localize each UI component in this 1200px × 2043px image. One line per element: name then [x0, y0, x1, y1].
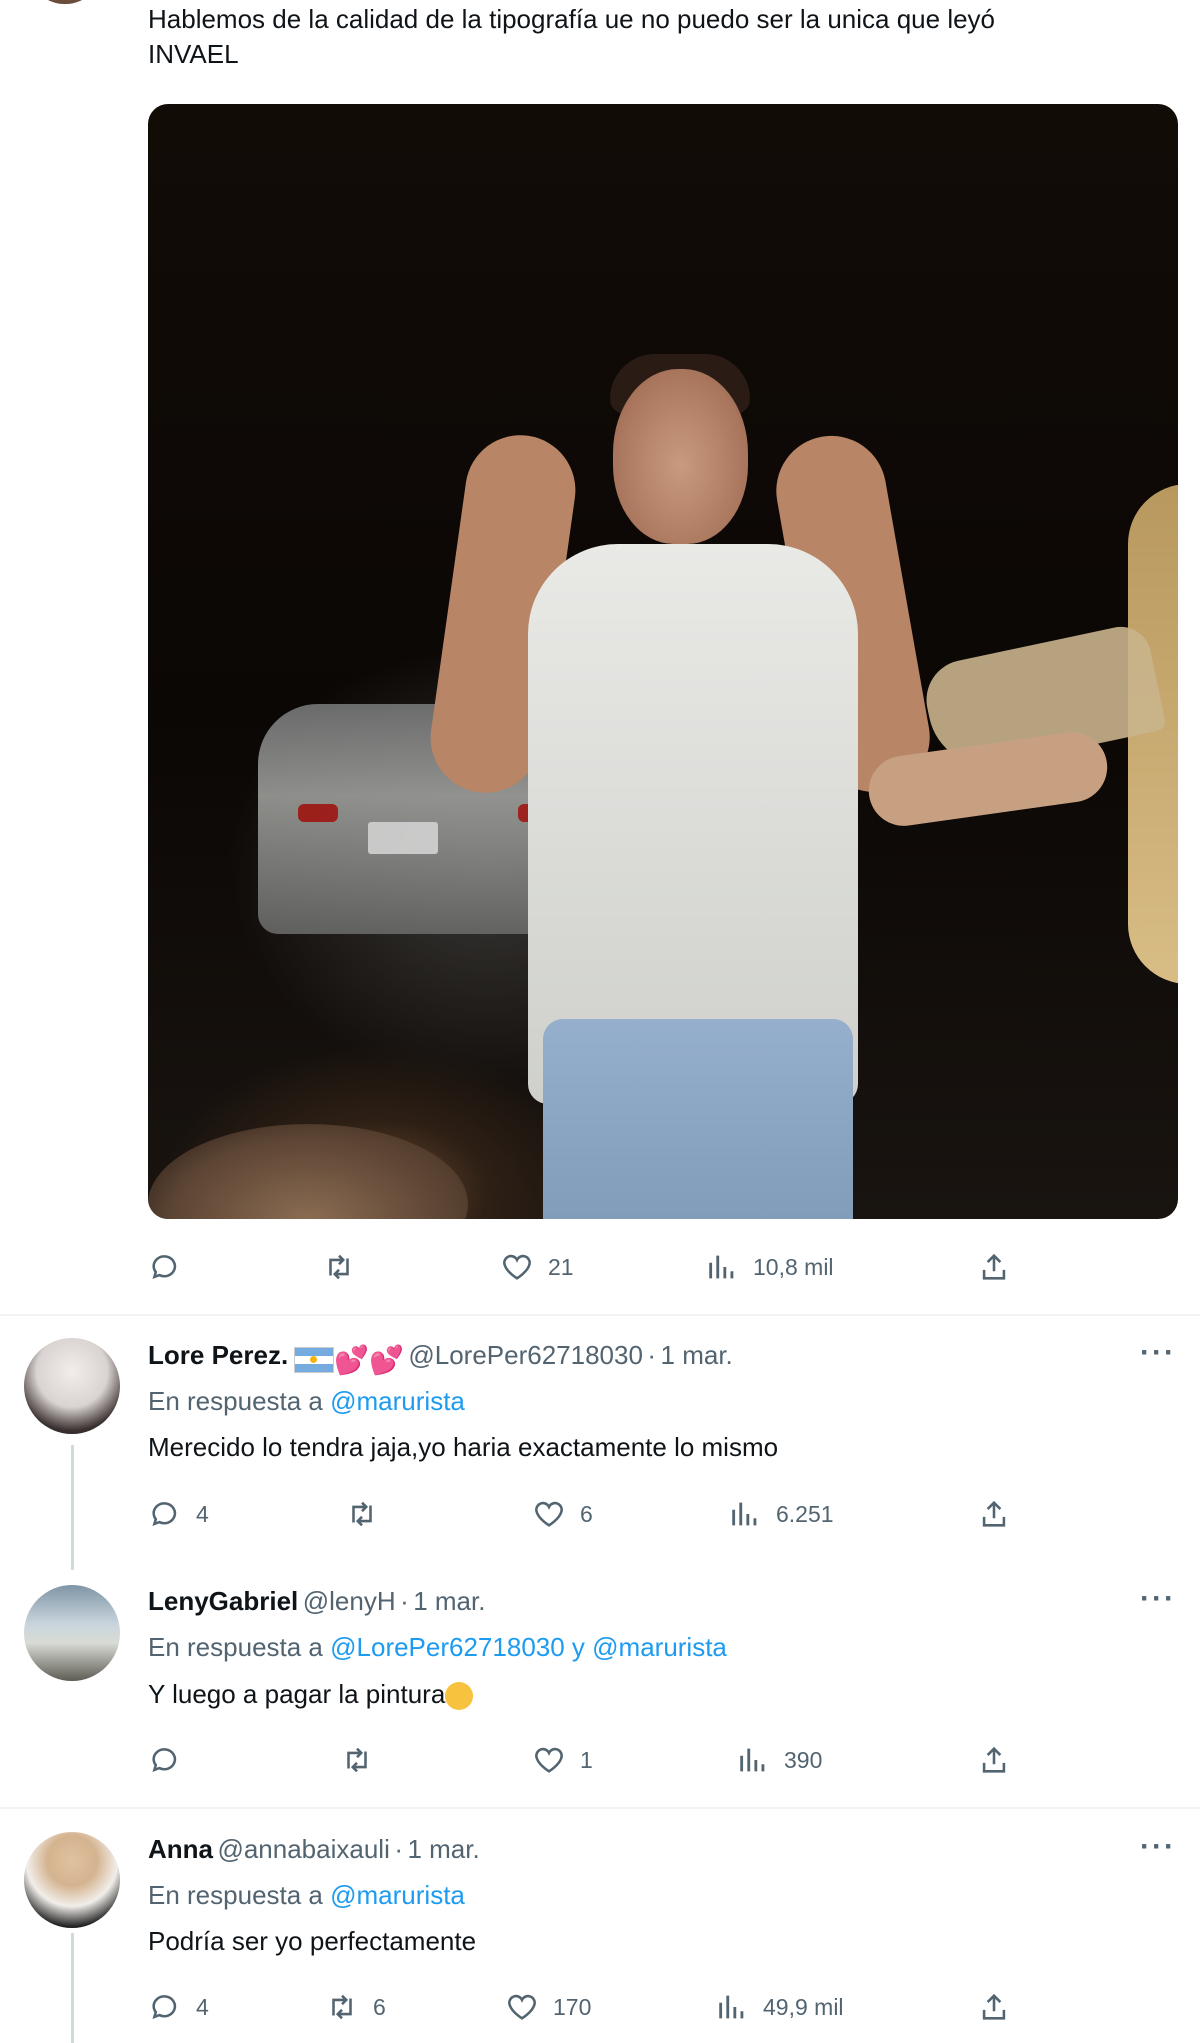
- avatar[interactable]: [24, 1832, 120, 1928]
- main-tweet-text: Hablemos de la calidad de la tipografía …: [148, 4, 996, 69]
- separator-dot: ·: [647, 1340, 657, 1370]
- share-icon: [982, 1746, 1006, 1773]
- separator-dot: ·: [394, 1834, 403, 1864]
- views-icon: [719, 1995, 744, 2019]
- reply-header: LenyGabriel @lenyH · 1 mar.: [148, 1586, 485, 1617]
- views-button[interactable]: 390: [736, 1743, 822, 1777]
- views-button[interactable]: 49,9 mil: [715, 1990, 844, 2024]
- argentina-flag-icon: [294, 1346, 335, 1373]
- more-icon[interactable]: ···: [1140, 1336, 1176, 1370]
- retweet-button[interactable]: [322, 1250, 370, 1284]
- share-icon: [982, 1500, 1006, 1527]
- retweet-button[interactable]: [345, 1497, 393, 1531]
- like-icon: [535, 1747, 563, 1773]
- display-name[interactable]: Anna: [148, 1834, 213, 1864]
- retweet-icon: [352, 1501, 372, 1527]
- like-button[interactable]: 1: [532, 1743, 593, 1777]
- retweet-icon: [332, 1994, 352, 2020]
- thread-line: [71, 1933, 74, 2043]
- reply-icon: [152, 1995, 177, 2019]
- share-button[interactable]: [977, 1990, 1011, 2024]
- share-button[interactable]: [977, 1743, 1011, 1777]
- pensive-face-icon: [445, 1682, 474, 1711]
- mention-link[interactable]: @LorePer62718030 y @marurista: [330, 1632, 727, 1662]
- views-icon: [709, 1255, 734, 1279]
- reply-header: Anna @annabaixauli · 1 mar.: [148, 1834, 480, 1865]
- display-name[interactable]: LenyGabriel: [148, 1586, 298, 1616]
- reply-text: Y luego a pagar la pintura: [148, 1677, 474, 1712]
- reply-icon: [152, 1502, 177, 1526]
- thread-line: [71, 1445, 74, 1570]
- tweet-date[interactable]: 1 mar.: [413, 1586, 485, 1616]
- retweet-button[interactable]: [340, 1743, 388, 1777]
- reply-context: En respuesta a @marurista: [148, 1386, 465, 1416]
- main-author-avatar-partial[interactable]: [30, 0, 100, 4]
- more-icon[interactable]: ···: [1140, 1582, 1176, 1616]
- views-button[interactable]: 10,8 mil: [705, 1250, 834, 1284]
- reply-button[interactable]: 4: [148, 1497, 209, 1531]
- share-icon: [982, 1253, 1006, 1280]
- views-icon: [740, 1748, 765, 1772]
- avatar[interactable]: [24, 1338, 120, 1434]
- reply-text: Merecido lo tendra jaja,yo haria exactam…: [148, 1432, 779, 1462]
- tweet-date[interactable]: 1 mar.: [661, 1340, 733, 1370]
- user-handle[interactable]: @annabaixauli: [217, 1834, 389, 1864]
- divider: [0, 1314, 1200, 1316]
- reply-button[interactable]: 4: [148, 1990, 209, 2024]
- tweet-date[interactable]: 1 mar.: [407, 1834, 479, 1864]
- share-button[interactable]: [977, 1250, 1011, 1284]
- reply-icon: [152, 1255, 177, 1279]
- share-icon: [982, 1993, 1006, 2020]
- like-button[interactable]: 170: [505, 1990, 591, 2024]
- like-button[interactable]: 6: [532, 1497, 593, 1531]
- mention-link[interactable]: @marurista: [330, 1880, 465, 1910]
- tweet-video-thumbnail[interactable]: [148, 104, 1178, 1219]
- avatar[interactable]: [24, 1585, 120, 1681]
- separator-dot: ·: [400, 1586, 409, 1616]
- reply-button[interactable]: [148, 1743, 196, 1777]
- views-button[interactable]: 6.251: [728, 1497, 834, 1531]
- retweet-button[interactable]: 6: [325, 1990, 386, 2024]
- retweet-icon: [347, 1747, 367, 1773]
- reply-context: En respuesta a @marurista: [148, 1880, 465, 1910]
- reply-header: Lore Perez. 💕💕 @LorePer62718030 · 1 mar.: [148, 1340, 733, 1376]
- mention-link[interactable]: @marurista: [330, 1386, 465, 1416]
- reply-context: En respuesta a @LorePer62718030 y @marur…: [148, 1632, 727, 1662]
- divider: [0, 1807, 1200, 1809]
- two-hearts-icon: 💕💕: [334, 1344, 404, 1376]
- user-handle[interactable]: @lenyH: [303, 1586, 396, 1616]
- retweet-icon: [329, 1254, 349, 1280]
- views-icon: [732, 1502, 757, 1526]
- like-icon: [535, 1501, 563, 1527]
- like-icon: [508, 1994, 536, 2020]
- like-button[interactable]: 21: [500, 1250, 574, 1284]
- more-icon[interactable]: ···: [1140, 1830, 1176, 1864]
- reply-icon: [152, 1748, 177, 1772]
- share-button[interactable]: [977, 1497, 1011, 1531]
- display-name[interactable]: Lore Perez.: [148, 1340, 288, 1370]
- reply-button[interactable]: [148, 1250, 196, 1284]
- like-icon: [503, 1254, 531, 1280]
- user-handle[interactable]: @LorePer62718030: [408, 1340, 643, 1370]
- reply-text: Podría ser yo perfectamente: [148, 1926, 477, 1956]
